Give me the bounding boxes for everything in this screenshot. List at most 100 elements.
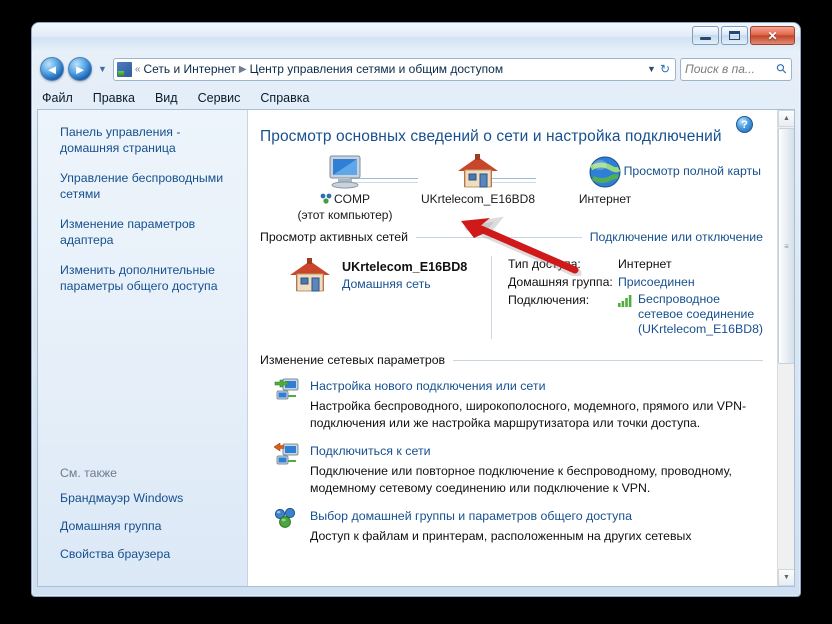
chevron-down-icon: ▼ bbox=[783, 574, 790, 581]
active-network-name: UKrtelecom_E16BD8 bbox=[342, 260, 468, 274]
divider bbox=[415, 236, 582, 238]
sidebar-item-internet-options[interactable]: Свойства браузера bbox=[38, 546, 247, 562]
detail-connections-value: Беспроводное сетевое соединение (UKrtele… bbox=[617, 292, 763, 337]
view-full-map-link[interactable]: Просмотр полной карты bbox=[624, 164, 761, 178]
setting-row-new-connection-body: Настройка нового подключения или сети На… bbox=[310, 377, 763, 432]
see-also-section: См. также Брандмауэр Windows Домашняя гр… bbox=[38, 466, 247, 574]
sidebar-item-advanced-sharing[interactable]: Изменить дополнительные параметры общего… bbox=[38, 262, 247, 294]
window-controls: ✕ bbox=[692, 26, 795, 45]
scrollbar-thumb[interactable]: ≡ bbox=[778, 128, 794, 364]
history-dropdown-button[interactable]: ▼ bbox=[96, 64, 109, 74]
setting-link-connect-network[interactable]: Подключиться к сети bbox=[310, 444, 431, 458]
sidebar-item-manage-wireless[interactable]: Управление беспроводными сетями bbox=[38, 170, 247, 202]
forward-button[interactable]: ► bbox=[68, 57, 92, 81]
map-node-internet[interactable]: Интернет bbox=[550, 154, 660, 206]
sidebar-item-windows-firewall[interactable]: Брандмауэр Windows bbox=[38, 490, 247, 506]
address-dropdown-icon[interactable]: ▼ bbox=[647, 64, 656, 74]
breadcrumb-item-current[interactable]: Центр управления сетями и общим доступом bbox=[250, 62, 504, 76]
explorer-window: ✕ ◄ ► ▼ « Сеть и Интернет ▶ Центр управл… bbox=[31, 22, 801, 597]
navigation-toolbar: ◄ ► ▼ « Сеть и Интернет ▶ Центр управлен… bbox=[32, 51, 800, 87]
map-node-computer[interactable]: COMP (этот компьютер) bbox=[290, 154, 400, 222]
active-network-identity: UKrtelecom_E16BD8 Домашняя сеть bbox=[260, 256, 491, 339]
new-connection-icon bbox=[274, 377, 300, 432]
menu-bar: Файл Правка Вид Сервис Справка bbox=[32, 87, 800, 109]
search-placeholder: Поиск в па... bbox=[685, 62, 755, 76]
menu-item-view[interactable]: Вид bbox=[155, 91, 178, 105]
active-networks-heading: Просмотр активных сетей bbox=[260, 230, 408, 244]
detail-access-type: Тип доступа: Интернет bbox=[508, 256, 763, 272]
sidebar-item-control-panel-home[interactable]: Панель управления - домашняя страница bbox=[38, 124, 247, 156]
help-label: ? bbox=[741, 118, 748, 131]
refresh-icon[interactable]: ↻ bbox=[660, 62, 670, 76]
see-also-heading: См. также bbox=[60, 466, 117, 480]
forward-arrow-icon: ► bbox=[73, 61, 87, 77]
chevron-down-icon: ▼ bbox=[98, 64, 107, 74]
chevron-right-icon[interactable]: ▶ bbox=[239, 64, 247, 75]
divider bbox=[453, 359, 763, 361]
sidebar-item-homegroup[interactable]: Домашняя группа bbox=[38, 518, 247, 534]
house-icon bbox=[458, 154, 498, 188]
map-node-computer-label: COMP bbox=[290, 192, 400, 206]
sidebar: Панель управления - домашняя страница Уп… bbox=[38, 110, 248, 586]
search-input[interactable]: Поиск в па... ⚲ bbox=[680, 57, 792, 81]
connect-disconnect-link[interactable]: Подключение или отключение bbox=[590, 230, 763, 244]
connect-network-icon bbox=[273, 442, 300, 497]
back-button[interactable]: ◄ bbox=[40, 57, 64, 81]
homegroup-icon bbox=[274, 507, 300, 545]
active-network-type-link[interactable]: Домашняя сеть bbox=[342, 277, 467, 291]
maximize-button[interactable] bbox=[721, 26, 748, 45]
sidebar-item-change-adapter[interactable]: Изменение параметров адаптера bbox=[38, 216, 247, 248]
map-node-network-label: UKrtelecom_E16BD8 bbox=[420, 192, 536, 206]
change-settings-header: Изменение сетевых параметров bbox=[260, 353, 763, 367]
scroll-up-button[interactable]: ▲ bbox=[778, 110, 794, 127]
minimize-icon bbox=[700, 36, 711, 40]
setting-desc-connect-network: Подключение или повторное подключение к … bbox=[310, 464, 732, 495]
detail-access-type-label: Тип доступа: bbox=[507, 257, 581, 271]
setting-desc-new-connection: Настройка беспроводного, широкополосного… bbox=[310, 399, 747, 430]
change-settings-heading: Изменение сетевых параметров bbox=[260, 353, 446, 367]
active-networks-header: Просмотр активных сетей Подключение или … bbox=[260, 230, 763, 244]
maximize-icon bbox=[729, 31, 740, 40]
setting-desc-homegroup: Доступ к файлам и принтерам, расположенн… bbox=[310, 529, 692, 543]
detail-homegroup-value[interactable]: Присоединен bbox=[618, 274, 695, 290]
content-area: Панель управления - домашняя страница Уп… bbox=[37, 109, 795, 587]
breadcrumb-overflow-icon[interactable]: « bbox=[135, 64, 141, 75]
globe-icon bbox=[589, 156, 621, 188]
help-icon[interactable]: ? bbox=[736, 116, 753, 133]
house-icon bbox=[290, 258, 330, 292]
address-bar[interactable]: « Сеть и Интернет ▶ Центр управления сет… bbox=[112, 57, 676, 81]
setting-row-homegroup-body: Выбор домашней группы и параметров общег… bbox=[310, 507, 763, 545]
active-network-row: UKrtelecom_E16BD8 Домашняя сеть Тип дост… bbox=[260, 256, 763, 339]
detail-connections: Подключения: Беспроводное сетевое соедин… bbox=[508, 292, 763, 337]
menu-item-help[interactable]: Справка bbox=[260, 91, 309, 105]
vertical-scrollbar[interactable]: ▲ ≡ ▼ bbox=[777, 110, 794, 586]
map-node-network[interactable]: UKrtelecom_E16BD8 bbox=[408, 154, 548, 206]
title-bar: ✕ bbox=[32, 23, 800, 51]
menu-item-tools[interactable]: Сервис bbox=[198, 91, 241, 105]
detail-homegroup: Домашняя группа: Присоединен bbox=[508, 274, 763, 290]
chevron-up-icon: ▲ bbox=[783, 115, 790, 122]
detail-connections-label: Подключения: bbox=[507, 293, 590, 307]
network-icon bbox=[116, 61, 132, 77]
address-bar-actions: ▼ ↻ bbox=[647, 62, 672, 76]
map-node-internet-label: Интернет bbox=[578, 192, 632, 206]
menu-item-edit[interactable]: Правка bbox=[93, 91, 135, 105]
breadcrumb-item-network[interactable]: Сеть и Интернет bbox=[143, 62, 235, 76]
detail-homegroup-label: Домашняя группа: bbox=[507, 275, 613, 289]
setting-row-connect-network-body: Подключиться к сети Подключение или повт… bbox=[310, 442, 763, 497]
wifi-signal-icon bbox=[617, 295, 632, 307]
setting-link-new-connection[interactable]: Настройка нового подключения или сети bbox=[310, 379, 546, 393]
detail-connections-link[interactable]: Беспроводное сетевое соединение (UKrtele… bbox=[638, 292, 763, 337]
menu-item-file[interactable]: Файл bbox=[42, 91, 73, 105]
network-share-icon bbox=[320, 193, 332, 204]
minimize-button[interactable] bbox=[692, 26, 719, 45]
scroll-down-button[interactable]: ▼ bbox=[778, 569, 794, 586]
close-icon: ✕ bbox=[767, 28, 778, 43]
close-button[interactable]: ✕ bbox=[750, 26, 795, 45]
page-title: Просмотр основных сведений о сети и наст… bbox=[260, 128, 722, 145]
back-arrow-icon: ◄ bbox=[45, 61, 59, 77]
setting-row-new-connection: Настройка нового подключения или сети На… bbox=[260, 377, 763, 432]
main-pane: ? Просмотр основных сведений о сети и на… bbox=[248, 110, 794, 586]
network-map: COMP (этот компьютер) UKrtelecom_E16BD8 bbox=[260, 154, 763, 224]
setting-link-homegroup[interactable]: Выбор домашней группы и параметров общег… bbox=[310, 509, 632, 523]
